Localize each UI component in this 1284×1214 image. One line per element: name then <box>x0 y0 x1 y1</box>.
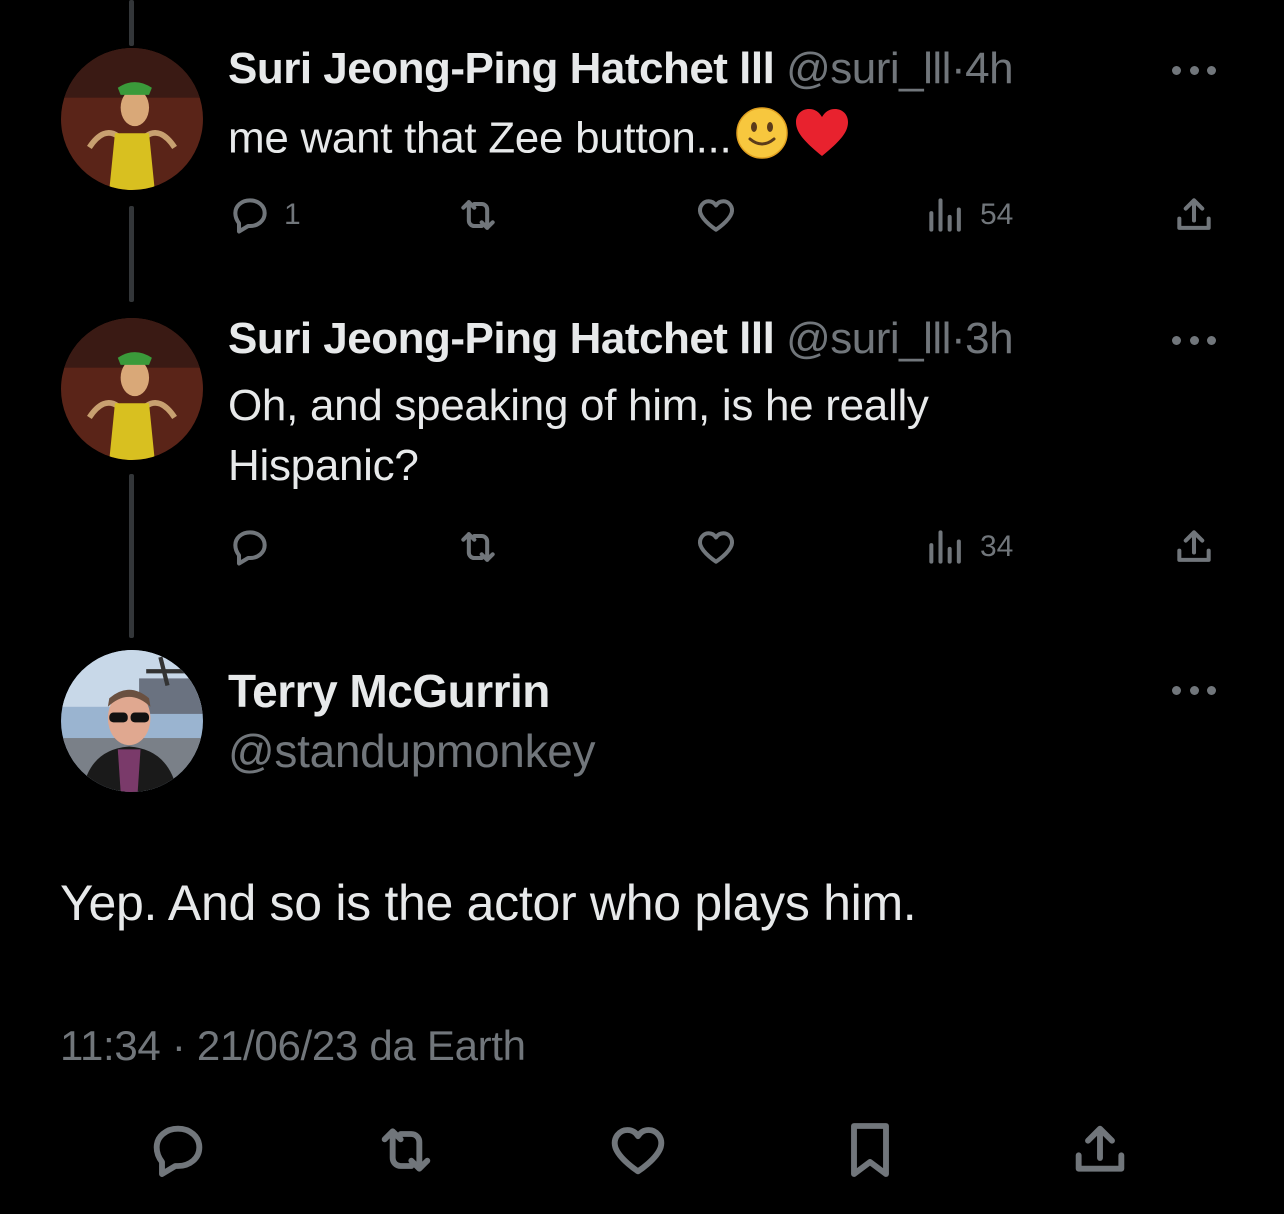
like-icon <box>698 199 734 232</box>
share-button[interactable] <box>1172 190 1216 240</box>
tweet-text-line: Oh, and speaking of him, is he really <box>228 381 929 430</box>
like-button[interactable] <box>694 522 750 572</box>
reply-button[interactable] <box>146 1118 210 1182</box>
tweet-timestamp[interactable]: 11:34 · 21/06/23 da Earth <box>60 1022 526 1070</box>
share-icon <box>1075 1125 1125 1172</box>
reply-button[interactable] <box>228 522 284 572</box>
avatar-photo-image <box>61 650 203 792</box>
like-icon <box>698 531 734 564</box>
like-button[interactable] <box>694 190 750 240</box>
thread-line <box>129 0 134 46</box>
tweet-text-content: me want that Zee button... <box>228 113 732 163</box>
author-name[interactable]: Suri Jeong-Ping Hatchet lll <box>228 314 775 363</box>
avatar[interactable] <box>61 650 203 792</box>
tweet-header: Suri Jeong-Ping Hatchet lll @suri_lll·4h <box>228 44 1014 94</box>
views-count: 54 <box>980 198 1014 231</box>
tweet-age[interactable]: 3h <box>965 314 1013 363</box>
slightly-smiling-face-emoji <box>735 106 789 176</box>
share-button[interactable] <box>1068 1118 1132 1182</box>
tweet-age[interactable]: 4h <box>965 44 1013 93</box>
author-handle[interactable]: @standupmonkey <box>228 724 596 778</box>
red-heart-emoji <box>793 106 851 176</box>
views-count: 34 <box>980 530 1014 563</box>
tweet-header: Suri Jeong-Ping Hatchet lll @suri_lll·3h <box>228 314 1014 364</box>
views-icon <box>929 530 961 564</box>
thread-line <box>129 206 134 302</box>
avatar-cartoon-image <box>61 48 203 190</box>
avatar-cartoon-image <box>61 318 203 460</box>
share-button[interactable] <box>1172 522 1216 572</box>
retweet-button[interactable] <box>374 1118 438 1182</box>
views-button[interactable]: 34 <box>924 522 1013 572</box>
more-icon[interactable] <box>1172 60 1216 80</box>
separator: · <box>950 314 966 363</box>
tweet-actions: 1 54 <box>228 190 1224 240</box>
tweet-text: Yep. And so is the actor who plays him. <box>60 875 917 931</box>
tweet-actions: 34 <box>228 522 1224 572</box>
retweet-button[interactable] <box>456 190 512 240</box>
share-icon <box>1177 198 1211 230</box>
views-icon <box>929 198 961 232</box>
like-button[interactable] <box>606 1118 670 1182</box>
avatar[interactable] <box>61 318 203 460</box>
author-handle[interactable]: @suri_lll <box>786 314 951 363</box>
reply-icon <box>233 198 267 234</box>
author-handle[interactable]: @suri_lll <box>786 44 951 93</box>
reply-icon <box>153 1125 203 1177</box>
reply-button[interactable]: 1 <box>228 190 301 240</box>
more-icon[interactable] <box>1172 330 1216 350</box>
retweet-icon <box>381 1128 431 1172</box>
avatar[interactable] <box>61 48 203 190</box>
views-button[interactable]: 54 <box>924 190 1013 240</box>
reply-count: 1 <box>284 198 301 231</box>
retweet-icon <box>461 200 495 230</box>
tweet-text: Oh, and speaking of him, is he really Hi… <box>228 376 1068 496</box>
tweet-text-line: Hispanic? <box>228 441 419 490</box>
more-icon[interactable] <box>1172 680 1216 700</box>
reply-icon <box>233 530 267 566</box>
separator: · <box>950 44 966 93</box>
retweet-button[interactable] <box>456 522 512 572</box>
retweet-icon <box>461 532 495 562</box>
author-name[interactable]: Terry McGurrin <box>228 664 550 718</box>
bookmark-icon <box>851 1123 889 1177</box>
like-icon <box>611 1127 665 1175</box>
bookmark-button[interactable] <box>838 1118 902 1182</box>
main-tweet-actions <box>0 1118 1284 1188</box>
author-name[interactable]: Suri Jeong-Ping Hatchet lll <box>228 44 775 93</box>
tweet-text: me want that Zee button... <box>228 106 1068 176</box>
share-icon <box>1177 530 1211 562</box>
thread-line <box>129 474 134 638</box>
